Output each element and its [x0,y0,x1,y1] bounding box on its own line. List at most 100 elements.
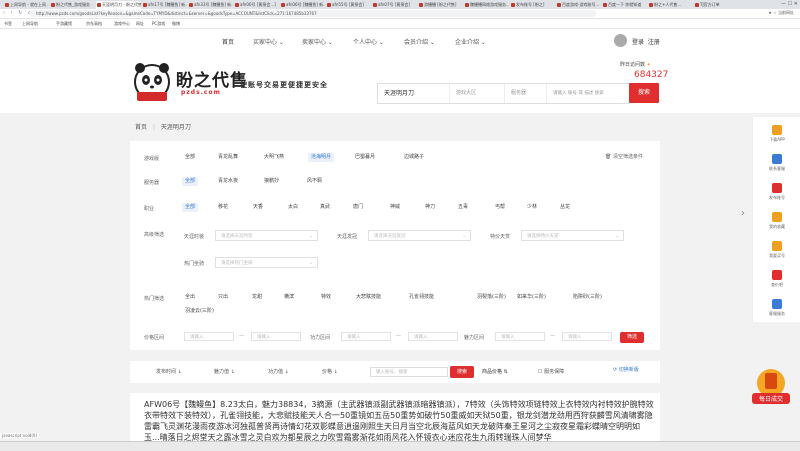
panda-logo-icon[interactable] [133,62,171,102]
browser-tab[interactable]: 游鳗鳗 [盼之代售] [418,1,463,9]
search-game-select[interactable]: 天涯明月刀 [378,84,450,103]
sidebar-item[interactable]: 发布账号 [753,183,800,201]
game-type-option[interactable]: 青龙乱舞 [215,153,241,162]
hot-filter-option[interactable]: 横滨 [281,293,297,302]
nav-buyer-center[interactable]: 买家中心 ⌄ [253,37,284,46]
hot-filter-option[interactable]: 特效 [318,293,334,302]
sidebar-item[interactable]: 下载APP [753,125,800,143]
register-link[interactable]: 注册 [648,39,660,46]
sort-power[interactable]: 功力值 ↓ [268,368,289,375]
listing-title[interactable]: AFW06号【魏鳗鱼】8.23太白，魅力38834，3摘源（主武器镇派副武器镇派… [144,399,654,443]
game-type-option[interactable]: 边城路子 [401,153,427,162]
class-option[interactable]: 太白 [285,203,301,212]
hot-filter-option[interactable]: 羽裂落(三阶) [474,293,509,302]
address-bar-actions[interactable]: ★ ☆ 当前网址 [768,10,794,16]
chevron-right-icon[interactable]: › [741,208,745,219]
hot-filter-option[interactable]: 羽凌云(三阶) [182,307,217,316]
nav-seller-center[interactable]: 卖家中心 ⌄ [302,37,333,46]
class-option[interactable]: 唐门 [350,203,366,212]
class-option[interactable]: 丛龙 [557,203,573,212]
server-option[interactable]: 狼鹏抄 [261,177,282,186]
breadcrumb-home[interactable]: 首页 [135,124,147,131]
logo-title[interactable]: 盼之代售 [176,66,248,91]
browser-tab[interactable]: afn55号 [黄泉会] [326,1,371,9]
bookmark-item[interactable]: 网址 [136,20,144,27]
browser-tab[interactable]: afn33号 [魏鳗鱼] 新... [188,1,233,9]
switch-version-link[interactable]: ⟳ 切换新版 [613,366,639,373]
charm-max-input[interactable]: 请输入 [562,332,612,341]
browser-tab[interactable]: 天涯明月刀 - 盼之代售 [96,1,141,9]
class-option[interactable]: 全部 [182,203,199,212]
class-option[interactable]: 神威 [387,203,403,212]
hot-filter-option[interactable]: 全出 [182,293,198,302]
bookmark-item[interactable]: 京东高档 [86,20,102,27]
game-type-option[interactable]: 大明飞燕 [261,153,287,162]
nav-buttons[interactable]: ‹ › ↻ ⌂ [3,10,33,16]
browser-tab[interactable]: afn07号 [黄泉会] [372,1,417,9]
keyword-search-button[interactable]: 搜索 [450,366,474,378]
window-controls[interactable]: — ☐ ✕ [781,1,798,7]
browser-tab[interactable]: 发布账号 [盼之] [510,1,555,9]
class-option[interactable]: 移花 [215,203,231,212]
sort-price[interactable]: 价格 ↓ [322,368,338,375]
browser-tab[interactable]: 百度游戏-游戏账号... [556,1,601,9]
class-option[interactable]: 真武 [317,203,333,212]
nav-home[interactable]: 首页 [222,37,234,46]
browser-tab[interactable]: 百度一下 你就知道 [602,1,647,9]
nav-company[interactable]: 企业介绍 ⌄ [455,37,486,46]
search-region-select[interactable]: 游戏大区 [450,84,505,103]
bookmark-item[interactable]: 游戏中心 [114,20,130,27]
hot-filter-option[interactable]: 孔雀翎技能 [406,293,437,302]
price-min-input[interactable]: 请输入 [184,332,234,341]
game-type-option[interactable]: 沧海明月 [308,153,335,162]
avatar[interactable] [614,34,627,47]
sort-charm[interactable]: 魅力值 ↓ [214,368,235,375]
special-select[interactable]: 请选择特价天赏 ⌄ [521,230,624,241]
class-option[interactable]: 神刀 [422,203,438,212]
bookmark-item[interactable]: 微博 [172,20,180,27]
product-price-toggle[interactable]: 商品价格 ⇅ [482,368,508,375]
daily-deal-badge-icon[interactable]: 每日成交 [750,365,792,407]
hot-filter-option[interactable]: 龙甜 [249,293,265,302]
nav-membership[interactable]: 会员介绍 ⌄ [404,37,435,46]
game-type-option[interactable]: 全部 [182,153,198,162]
browser-tab[interactable]: 魏鳗鳗网络游戏服务... [464,1,509,9]
keyword-search-input[interactable]: 输入账号、搜索 [370,367,448,377]
sidebar-item[interactable]: 我要买号 [753,241,800,259]
class-option[interactable]: 五毒 [455,203,471,212]
sidebar-item[interactable]: 我的收藏 [753,212,800,230]
hair-select[interactable]: 请选择天涯发冠 ⌄ [368,230,471,241]
service-guarantee-toggle[interactable]: ☐ 服务保障 [538,368,564,375]
browser-tab[interactable]: afn06号 [魏鳗鱼] 新... [280,1,325,9]
server-option[interactable]: 青龙水夜 [215,177,241,186]
filter-button[interactable]: 筛选 [620,332,644,343]
sort-publish-time[interactable]: 发布时间 ↓ [156,368,182,375]
sidebar-item[interactable]: 联系客服 [753,154,800,172]
price-max-input[interactable]: 请输入 [251,332,301,341]
bookmark-item[interactable]: 上网导航 [22,20,38,27]
hot-filter-option[interactable]: 大悲赋技能 [353,293,384,302]
class-option[interactable]: 天香 [250,203,266,212]
bookmark-item[interactable]: 手游藏馆 [56,20,72,27]
sidebar-item[interactable]: 查价吧 [753,270,800,288]
hot-filter-option[interactable]: 如来华(三阶) [514,293,549,302]
power-min-input[interactable]: 请输入 [341,332,391,341]
hot-filter-option[interactable]: 只出 [215,293,231,302]
hot-filter-option[interactable]: 陷阱砂(三阶) [570,293,605,302]
bookmark-item[interactable]: 书签 [4,20,12,27]
login-link[interactable]: 登录 [632,39,644,46]
url-field[interactable]: http://www.pzds.com/goodsList?keyReason=… [30,10,596,17]
browser-tab[interactable]: 盼之代售_游戏服务 [50,1,95,9]
charm-min-input[interactable]: 请输入 [495,332,545,341]
browser-tab[interactable]: 上网导航 - 就在上网 ... [4,1,49,9]
bookmark-item[interactable]: PC游戏 [152,20,165,27]
game-type-option[interactable]: 巴蜀暮月 [352,153,378,162]
power-max-input[interactable]: 请输入 [408,332,458,341]
nav-personal-center[interactable]: 个人中心 ⌄ [353,37,384,46]
search-button[interactable]: 搜索 [629,83,659,103]
sidebar-item[interactable]: 客服服务 [753,299,800,317]
class-option[interactable]: 丐帮 [492,203,508,212]
search-server-select[interactable]: 服务器 [505,84,547,103]
search-input[interactable]: 请输入 账号 或 描述 搜索 [547,84,629,103]
class-option[interactable]: 少林 [524,203,540,212]
